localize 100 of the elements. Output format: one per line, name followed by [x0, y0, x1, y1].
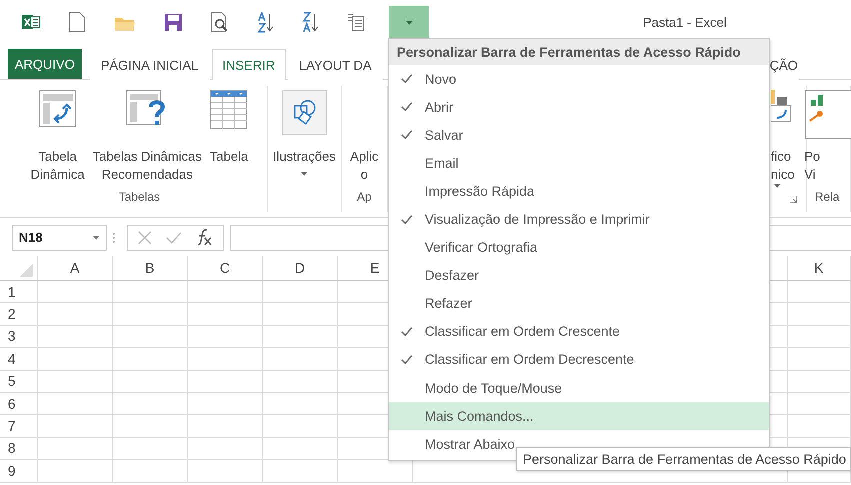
print-preview-icon[interactable] — [211, 12, 229, 32]
ribbon-button[interactable]: Po Vi — [794, 86, 851, 190]
ribbon-button[interactable]: Tabela — [206, 86, 252, 190]
worksheet-cell[interactable] — [38, 281, 113, 304]
worksheet-cell[interactable] — [38, 348, 113, 371]
row-header[interactable]: 2 — [8, 306, 16, 322]
worksheet-cell[interactable] — [788, 370, 851, 393]
worksheet-cell[interactable] — [788, 392, 851, 416]
worksheet-cell[interactable] — [263, 392, 338, 416]
worksheet-cell[interactable] — [188, 438, 263, 460]
worksheet-cell[interactable] — [113, 281, 188, 304]
ribbon-button[interactable]: Tabelas Dinâmicas Recomendadas — [90, 86, 205, 190]
ribbon-button[interactable]: Ilustrações — [270, 86, 339, 190]
row-header[interactable]: 8 — [8, 440, 16, 456]
worksheet-cell[interactable] — [113, 348, 188, 371]
worksheet-cell[interactable] — [788, 348, 851, 371]
column-header[interactable]: E — [370, 260, 380, 276]
ribbon-button[interactable]: Tabela Dinâmica — [28, 86, 88, 190]
worksheet-cell[interactable] — [38, 415, 113, 438]
menu-item[interactable]: Classificar em Ordem Crescente — [389, 318, 769, 346]
worksheet-cell[interactable] — [788, 281, 851, 304]
worksheet-cell[interactable] — [188, 303, 263, 326]
worksheet-cell[interactable] — [113, 303, 188, 326]
menu-item[interactable]: Salvar — [389, 121, 769, 150]
worksheet-cell[interactable] — [188, 326, 263, 348]
worksheet-cell[interactable] — [113, 460, 188, 483]
group-label: Ap — [356, 190, 373, 206]
worksheet-cell[interactable] — [113, 438, 188, 460]
worksheet-cell[interactable] — [788, 415, 851, 438]
worksheet-cell[interactable] — [38, 392, 113, 416]
ribbon-tab[interactable]: INSERIR — [212, 49, 286, 80]
row-header[interactable]: 4 — [8, 350, 16, 367]
cancel-icon[interactable] — [138, 230, 152, 244]
worksheet-cell[interactable] — [188, 348, 263, 371]
worksheet-cell[interactable] — [188, 281, 263, 304]
worksheet-cell[interactable] — [263, 281, 338, 304]
worksheet-cell[interactable] — [188, 370, 263, 393]
row-header[interactable]: 6 — [8, 396, 16, 412]
worksheet-cell[interactable] — [188, 392, 263, 416]
worksheet-cell[interactable] — [113, 392, 188, 416]
excel-logo-icon[interactable] — [22, 13, 41, 31]
save-icon[interactable] — [164, 12, 183, 32]
menu-item[interactable]: Desfazer — [389, 262, 769, 290]
column-header[interactable]: A — [70, 260, 80, 276]
column-header[interactable]: K — [814, 260, 824, 276]
menu-item[interactable]: Verificar Ortografia — [389, 234, 769, 262]
sort-descending-icon[interactable] — [302, 12, 319, 32]
column-header[interactable]: D — [294, 260, 306, 276]
worksheet-cell[interactable] — [38, 438, 113, 460]
ribbon-button[interactable]: Aplic o — [347, 86, 382, 190]
worksheet-cell[interactable] — [263, 370, 338, 393]
worksheet-cell[interactable] — [113, 326, 188, 348]
row-header[interactable]: 9 — [8, 462, 16, 479]
worksheet-cell[interactable] — [188, 415, 263, 438]
select-all-icon[interactable] — [20, 264, 33, 277]
worksheet-cell[interactable] — [263, 326, 338, 348]
row-header[interactable]: 1 — [8, 284, 16, 300]
worksheet-cell[interactable] — [38, 370, 113, 393]
worksheet-cell[interactable] — [263, 348, 338, 371]
tooltip-text: Personalizar Barra de Ferramentas de Acesso Rápido — [523, 452, 846, 466]
row-header[interactable]: 7 — [8, 418, 16, 434]
row-header[interactable]: 5 — [8, 373, 16, 390]
menu-item[interactable]: Refazer — [389, 290, 769, 318]
worksheet-cell[interactable] — [788, 326, 851, 348]
name-box[interactable]: N18 — [12, 224, 107, 250]
worksheet-cell[interactable] — [113, 370, 188, 393]
worksheet-cell[interactable] — [263, 438, 338, 460]
worksheet-cell[interactable] — [188, 460, 263, 483]
worksheet-cell[interactable] — [38, 326, 113, 348]
menu-item[interactable]: Novo — [389, 65, 769, 94]
menu-item[interactable]: Modo de Toque/Mouse — [389, 374, 769, 402]
menu-item[interactable]: Classificar em Ordem Decrescente — [389, 346, 769, 374]
shapes-icon — [282, 90, 328, 136]
menu-item[interactable]: Visualização de Impressão e Imprimir — [389, 205, 769, 234]
worksheet-cell[interactable] — [113, 415, 188, 438]
group-label: Rela — [814, 190, 841, 206]
worksheet-cell[interactable] — [788, 303, 851, 326]
menu-item[interactable]: Mais Comandos... — [389, 402, 769, 430]
worksheet-cell[interactable] — [263, 415, 338, 438]
checkmark-icon[interactable] — [166, 230, 182, 244]
menu-item[interactable]: Impressão Rápida — [389, 177, 769, 206]
pivot-table-icon — [38, 90, 77, 128]
worksheet-cell[interactable] — [263, 460, 338, 483]
column-header[interactable]: B — [145, 260, 155, 276]
menu-item[interactable]: Email — [389, 149, 769, 178]
customize-toolbar-button[interactable] — [389, 6, 429, 38]
document-list-icon[interactable] — [347, 12, 365, 32]
row-header[interactable]: 3 — [8, 328, 16, 344]
worksheet-cell[interactable] — [38, 303, 113, 326]
menu-item[interactable]: Abrir — [389, 93, 769, 122]
dialog-launcher-icon[interactable] — [790, 196, 798, 204]
column-header[interactable]: C — [220, 260, 230, 276]
worksheet-cell[interactable] — [263, 303, 338, 326]
worksheet-cell[interactable] — [38, 460, 113, 483]
new-document-icon[interactable] — [69, 12, 86, 32]
recommended-chart-icon — [804, 90, 851, 140]
ribbon-button[interactable]: fico nico — [771, 86, 795, 190]
insert-function-icon[interactable] — [196, 229, 213, 246]
file-tab[interactable]: ARQUIVO — [8, 49, 82, 79]
sort-ascending-icon[interactable] — [257, 12, 274, 32]
